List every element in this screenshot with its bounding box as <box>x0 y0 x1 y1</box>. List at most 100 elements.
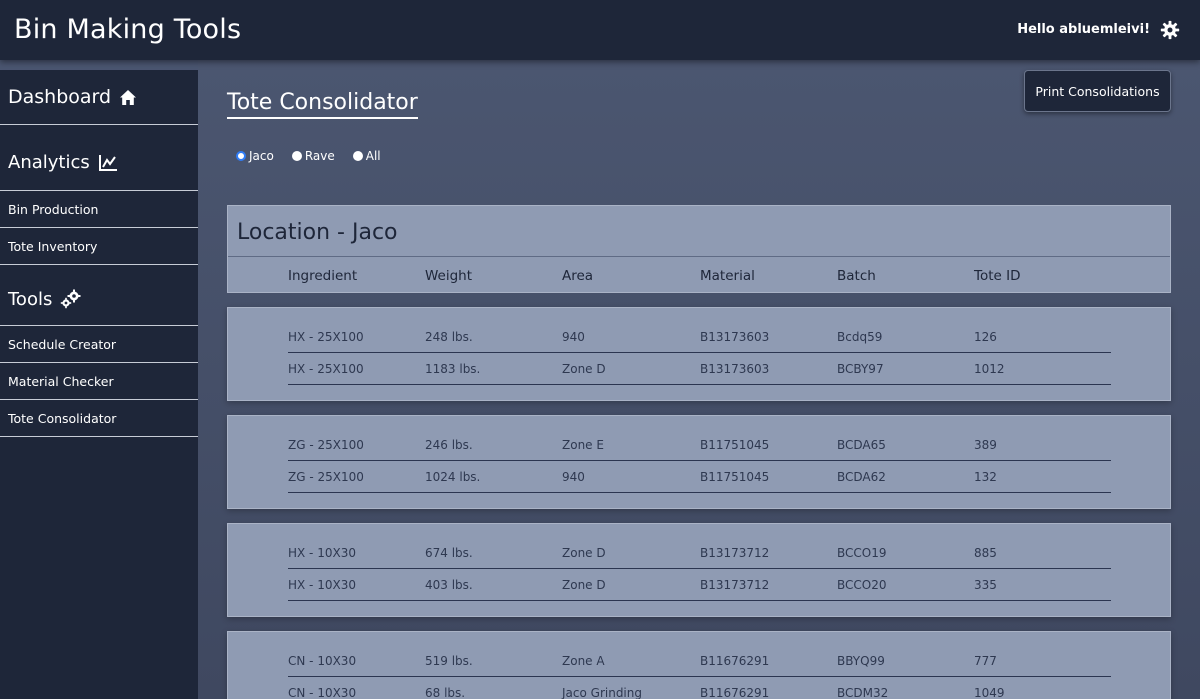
settings-gear-icon[interactable] <box>1160 20 1180 40</box>
cell-batch: BBYQ99 <box>837 654 885 668</box>
table-row[interactable]: CN - 10X30 68 lbs. Jaco Grinding B116762… <box>288 677 1111 699</box>
cell-ingredient: HX - 10X30 <box>288 546 356 560</box>
app-title: Bin Making Tools <box>14 14 242 45</box>
cell-batch: Bcdq59 <box>837 330 883 344</box>
sidebar-item-bin-production[interactable]: Bin Production <box>0 191 198 228</box>
radio-selected-icon <box>236 151 246 161</box>
table-row[interactable]: CN - 10X30 519 lbs. Zone A B11676291 BBY… <box>288 645 1111 677</box>
cell-batch: BCCO19 <box>837 546 887 560</box>
sidebar-item-dashboard[interactable]: Dashboard <box>0 70 198 125</box>
cell-tote-id: 885 <box>974 546 997 560</box>
sidebar-analytics-label: Analytics <box>8 152 90 173</box>
filter-all-label: All <box>365 149 381 163</box>
cell-weight: 1024 lbs. <box>425 470 481 484</box>
location-header-card: Location - Jaco Ingredient Weight Area M… <box>227 205 1171 293</box>
sidebar-section-tools: Tools <box>0 265 198 326</box>
cell-area: 940 <box>562 470 585 484</box>
cell-batch: BCDA65 <box>837 438 886 452</box>
cell-ingredient: ZG - 25X100 <box>288 470 364 484</box>
table-row[interactable]: HX - 10X30 674 lbs. Zone D B13173712 BCC… <box>288 537 1111 569</box>
cell-ingredient: HX - 25X100 <box>288 362 364 376</box>
line-chart-icon <box>98 154 117 171</box>
sidebar: Dashboard Analytics Bin Production Tote … <box>0 70 198 699</box>
cell-tote-id: 777 <box>974 654 997 668</box>
cell-area: Zone D <box>562 546 606 560</box>
cell-material: B11676291 <box>700 654 770 668</box>
sidebar-item-schedule-creator[interactable]: Schedule Creator <box>0 326 198 363</box>
sidebar-item-material-checker[interactable]: Material Checker <box>0 363 198 400</box>
cell-area: Zone A <box>562 654 605 668</box>
cell-material: B13173603 <box>700 330 770 344</box>
consolidation-group: HX - 25X100 248 lbs. 940 B13173603 Bcdq5… <box>227 307 1171 401</box>
cell-weight: 248 lbs. <box>425 330 473 344</box>
sidebar-dashboard-label: Dashboard <box>8 86 112 108</box>
cell-area: Zone D <box>562 578 606 592</box>
cell-weight: 246 lbs. <box>425 438 473 452</box>
sidebar-tools-label: Tools <box>8 288 53 310</box>
filter-all-radio[interactable]: All <box>352 149 381 163</box>
cell-batch: BCDM32 <box>837 686 889 699</box>
cell-batch: BCCO20 <box>837 578 887 592</box>
table-row[interactable]: ZG - 25X100 246 lbs. Zone E B11751045 BC… <box>288 429 1111 461</box>
cell-tote-id: 1049 <box>974 686 1005 699</box>
filter-rave-label: Rave <box>304 149 335 163</box>
home-icon <box>120 89 137 105</box>
filter-jaco-label: Jaco <box>249 149 274 163</box>
user-greeting: Hello abluemleivi! <box>1017 22 1150 37</box>
consolidation-group: CN - 10X30 519 lbs. Zone A B11676291 BBY… <box>227 631 1171 699</box>
cell-material: B13173712 <box>700 546 770 560</box>
column-header-area: Area <box>562 268 594 284</box>
cell-weight: 1183 lbs. <box>425 362 481 376</box>
cell-area: Zone E <box>562 438 604 452</box>
cell-batch: BCDA62 <box>837 470 886 484</box>
cell-tote-id: 1012 <box>974 362 1005 376</box>
print-consolidations-button[interactable]: Print Consolidations <box>1024 70 1171 112</box>
cell-tote-id: 389 <box>974 438 997 452</box>
cell-weight: 519 lbs. <box>425 654 473 668</box>
column-header-tote-id: Tote ID <box>974 268 1021 284</box>
divider <box>228 256 1170 257</box>
cell-weight: 68 lbs. <box>425 686 466 699</box>
cell-ingredient: ZG - 25X100 <box>288 438 364 452</box>
cell-ingredient: HX - 25X100 <box>288 330 364 344</box>
page-title: Tote Consolidator <box>227 90 418 119</box>
column-header-batch: Batch <box>837 268 876 284</box>
column-header-ingredient: Ingredient <box>288 268 358 284</box>
radio-icon <box>291 151 302 161</box>
cell-area: Zone D <box>562 362 606 376</box>
column-header-weight: Weight <box>425 268 473 284</box>
cell-ingredient: HX - 10X30 <box>288 578 356 592</box>
main-content: Tote Consolidator Print Consolidations J… <box>198 60 1200 699</box>
cell-weight: 674 lbs. <box>425 546 473 560</box>
table-row[interactable]: HX - 10X30 403 lbs. Zone D B13173712 BCC… <box>288 569 1111 601</box>
cell-material: B13173603 <box>700 362 770 376</box>
cell-weight: 403 lbs. <box>425 578 473 592</box>
filter-jaco-radio[interactable]: Jaco <box>236 149 274 163</box>
top-bar: Bin Making Tools Hello abluemleivi! <box>0 0 1200 60</box>
consolidation-group: ZG - 25X100 246 lbs. Zone E B11751045 BC… <box>227 415 1171 509</box>
location-title: Location - Jaco <box>237 220 398 245</box>
cell-tote-id: 132 <box>974 470 997 484</box>
table-row[interactable]: HX - 25X100 248 lbs. 940 B13173603 Bcdq5… <box>288 321 1111 353</box>
cell-material: B11751045 <box>700 438 770 452</box>
table-row[interactable]: ZG - 25X100 1024 lbs. 940 B11751045 BCDA… <box>288 461 1111 493</box>
consolidation-group: HX - 10X30 674 lbs. Zone D B13173712 BCC… <box>227 523 1171 617</box>
cell-material: B11751045 <box>700 470 770 484</box>
radio-icon <box>352 151 363 161</box>
gears-icon <box>61 289 81 309</box>
cell-ingredient: CN - 10X30 <box>288 654 357 668</box>
filter-rave-radio[interactable]: Rave <box>291 149 335 163</box>
cell-material: B13173712 <box>700 578 770 592</box>
location-filter: Jaco Rave All <box>236 149 399 163</box>
sidebar-item-tote-inventory[interactable]: Tote Inventory <box>0 228 198 265</box>
sidebar-item-tote-consolidator[interactable]: Tote Consolidator <box>0 400 198 437</box>
cell-area: Jaco Grinding <box>562 686 642 699</box>
cell-area: 940 <box>562 330 585 344</box>
cell-batch: BCBY97 <box>837 362 884 376</box>
table-row[interactable]: HX - 25X100 1183 lbs. Zone D B13173603 B… <box>288 353 1111 385</box>
cell-ingredient: CN - 10X30 <box>288 686 357 699</box>
cell-material: B11676291 <box>700 686 770 699</box>
cell-tote-id: 335 <box>974 578 997 592</box>
cell-tote-id: 126 <box>974 330 997 344</box>
sidebar-section-analytics: Analytics <box>0 125 198 191</box>
